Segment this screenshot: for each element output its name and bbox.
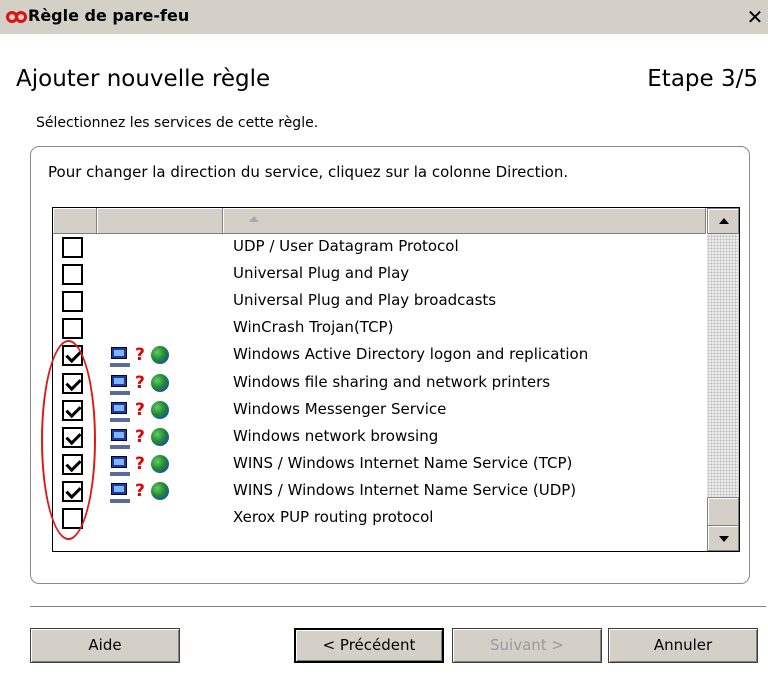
checkmark-icon bbox=[65, 401, 82, 418]
direction-cell[interactable]: ? bbox=[110, 372, 191, 395]
service-row[interactable]: Xerox PUP routing protocol bbox=[53, 505, 707, 532]
arrow-down-icon bbox=[719, 536, 729, 542]
service-row[interactable]: Universal Plug and Play bbox=[53, 261, 707, 288]
service-checkbox[interactable] bbox=[62, 264, 83, 286]
globe-icon bbox=[151, 400, 169, 419]
cancel-button[interactable]: Annuler bbox=[608, 628, 758, 663]
globe-icon bbox=[151, 427, 169, 446]
service-label: WINS / Windows Internet Name Service (UD… bbox=[233, 480, 577, 499]
question-icon: ? bbox=[135, 480, 145, 501]
question-icon: ? bbox=[135, 399, 145, 420]
service-label: Windows Active Directory logon and repli… bbox=[233, 345, 589, 364]
service-checkbox[interactable] bbox=[62, 372, 83, 394]
globe-icon bbox=[151, 454, 169, 473]
service-checkbox[interactable] bbox=[62, 480, 83, 502]
checkmark-icon bbox=[65, 374, 82, 391]
vertical-scrollbar[interactable] bbox=[707, 208, 739, 551]
service-label: WINS / Windows Internet Name Service (TC… bbox=[233, 453, 573, 472]
service-checkbox[interactable] bbox=[62, 508, 83, 529]
direction-cell[interactable]: ? bbox=[110, 480, 191, 503]
computer-icon bbox=[110, 374, 130, 395]
step-indicator: Etape 3/5 bbox=[647, 66, 758, 92]
question-icon: ? bbox=[135, 453, 145, 474]
direction-cell[interactable]: ? bbox=[110, 426, 191, 449]
page-title: Ajouter nouvelle règle bbox=[16, 66, 271, 92]
service-label: WinCrash Trojan(TCP) bbox=[233, 318, 394, 337]
next-button[interactable]: Suivant > bbox=[452, 628, 602, 663]
question-icon: ? bbox=[135, 372, 145, 393]
service-checkbox[interactable] bbox=[62, 318, 83, 340]
window-titlebar: Règle de pare-feu ✕ bbox=[0, 0, 768, 34]
checkmark-icon bbox=[65, 428, 82, 445]
globe-icon bbox=[151, 373, 169, 392]
computer-icon bbox=[110, 428, 130, 449]
service-row[interactable]: Universal Plug and Play broadcasts bbox=[53, 288, 707, 315]
service-label: Windows file sharing and network printer… bbox=[233, 372, 551, 391]
service-checkbox[interactable] bbox=[62, 237, 83, 258]
service-row[interactable]: ? WINS / Windows Internet Name Service (T… bbox=[53, 451, 707, 478]
service-row[interactable]: ? WINS / Windows Internet Name Service (U… bbox=[53, 478, 707, 505]
service-row[interactable]: ? Windows Active Directory logon and repl… bbox=[53, 342, 707, 369]
computer-icon bbox=[110, 401, 130, 422]
scroll-up-button[interactable] bbox=[707, 208, 739, 234]
computer-icon bbox=[110, 482, 130, 503]
column-header-service[interactable] bbox=[223, 208, 706, 234]
service-checkbox[interactable] bbox=[62, 453, 83, 475]
checkmark-icon bbox=[65, 347, 82, 364]
service-row[interactable]: ? Windows Messenger Service bbox=[53, 397, 707, 424]
direction-cell[interactable]: ? bbox=[110, 453, 191, 476]
service-checkbox[interactable] bbox=[62, 345, 83, 367]
question-icon: ? bbox=[135, 345, 145, 366]
service-row[interactable]: ? Windows file sharing and network printe… bbox=[53, 370, 707, 397]
globe-icon bbox=[151, 481, 169, 500]
column-header-select[interactable] bbox=[53, 208, 97, 234]
services-list[interactable]: UDP / User Datagram Protocol Universal Pl… bbox=[52, 207, 740, 552]
service-label: UDP / User Datagram Protocol bbox=[233, 237, 459, 255]
scroll-thumb[interactable] bbox=[707, 497, 739, 526]
service-label: Universal Plug and Play broadcasts bbox=[233, 291, 497, 310]
computer-icon bbox=[110, 455, 130, 476]
service-label: Windows Messenger Service bbox=[233, 399, 447, 418]
direction-cell[interactable]: ? bbox=[110, 399, 191, 422]
sort-ascending-icon bbox=[249, 216, 259, 222]
checkmark-icon bbox=[65, 482, 82, 500]
arrow-up-icon bbox=[719, 218, 729, 224]
help-button[interactable]: Aide bbox=[30, 628, 180, 663]
service-checkbox[interactable] bbox=[62, 399, 83, 421]
question-icon: ? bbox=[135, 426, 145, 447]
checkmark-icon bbox=[65, 455, 82, 472]
instruction-text: Pour changer la direction du service, cl… bbox=[48, 163, 569, 181]
direction-cell[interactable]: ? bbox=[110, 345, 191, 368]
scroll-down-button[interactable] bbox=[707, 525, 739, 551]
infinity-logo-icon bbox=[6, 11, 27, 23]
service-checkbox[interactable] bbox=[62, 426, 83, 448]
close-icon[interactable]: ✕ bbox=[744, 6, 766, 28]
button-separator bbox=[30, 606, 766, 607]
globe-icon bbox=[151, 346, 169, 365]
column-header-direction[interactable] bbox=[97, 208, 223, 234]
previous-button[interactable]: < Précédent bbox=[294, 628, 444, 663]
service-checkbox[interactable] bbox=[62, 291, 83, 313]
service-row[interactable]: ? Windows network browsing bbox=[53, 424, 707, 451]
service-row[interactable]: UDP / User Datagram Protocol bbox=[53, 234, 707, 261]
service-label: Universal Plug and Play bbox=[233, 264, 410, 283]
service-label: Xerox PUP routing protocol bbox=[233, 508, 434, 526]
window-title: Règle de pare-feu bbox=[28, 6, 190, 25]
page-subtitle: Sélectionnez les services de cette règle… bbox=[36, 115, 319, 131]
computer-icon bbox=[110, 347, 130, 368]
service-row[interactable]: WinCrash Trojan(TCP) bbox=[53, 315, 707, 342]
service-label: Windows network browsing bbox=[233, 426, 439, 445]
